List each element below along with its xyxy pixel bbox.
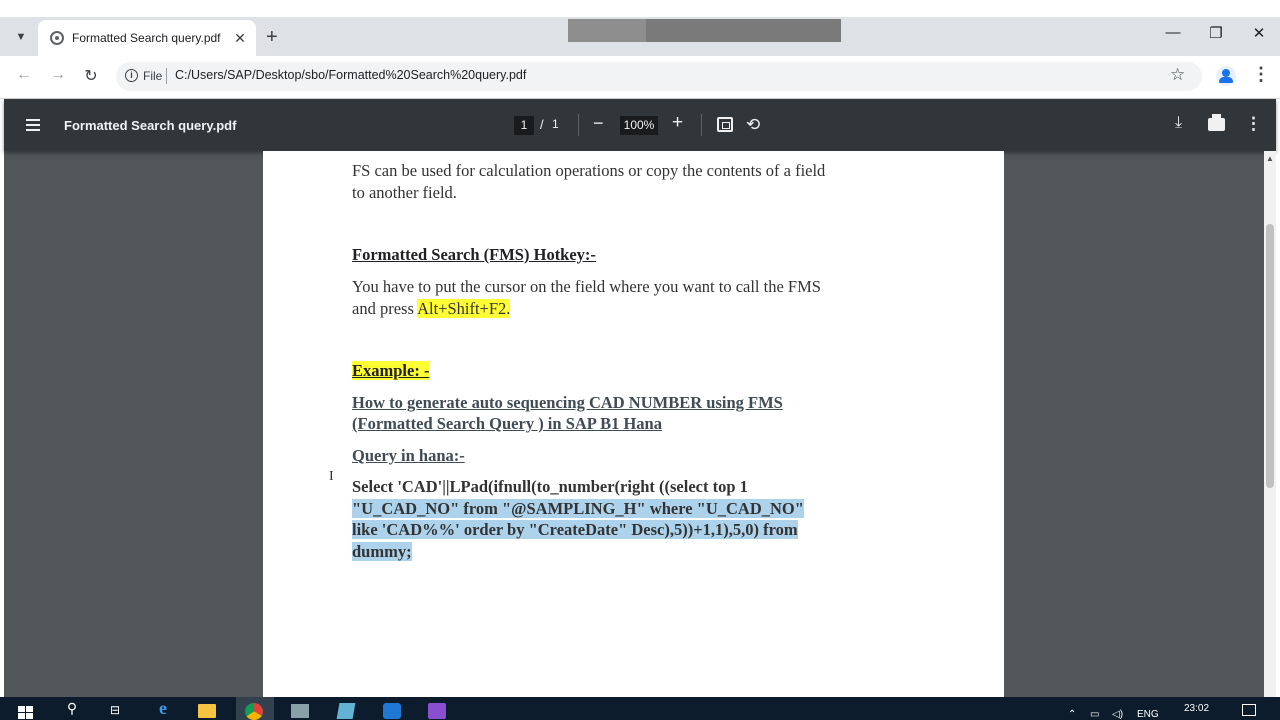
- visual-studio-icon[interactable]: [428, 703, 446, 719]
- edge-icon[interactable]: e: [152, 698, 174, 719]
- browser-menu-icon[interactable]: ⋮: [1252, 64, 1270, 85]
- profile-avatar-icon[interactable]: [1216, 66, 1236, 86]
- network-icon[interactable]: ▭: [1090, 709, 1099, 720]
- omnibox-separator: [166, 68, 167, 84]
- scroll-up-icon[interactable]: ▲: [1266, 154, 1274, 163]
- zoom-level-input[interactable]: 100%: [620, 116, 658, 135]
- scrollbar-thumb[interactable]: [1266, 224, 1274, 488]
- outlook-icon[interactable]: [383, 703, 401, 719]
- query-line-2: "U_CAD_NO" from "@SAMPLING_H" where "U_C…: [352, 498, 804, 518]
- url-text[interactable]: C:/Users/SAP/Desktop/sbo/Formatted%20Sea…: [175, 68, 526, 82]
- file-explorer-icon[interactable]: [198, 704, 216, 718]
- zoom-out-button[interactable]: −: [593, 113, 604, 134]
- minimize-icon[interactable]: —: [1158, 24, 1188, 41]
- new-tab-button[interactable]: +: [266, 26, 278, 48]
- volume-icon[interactable]: ◁): [1112, 709, 1123, 720]
- toolbar-divider: [578, 114, 579, 136]
- example-heading-wrap: Example: -: [352, 361, 912, 381]
- tray-chevron-icon[interactable]: ⌃: [1068, 709, 1076, 720]
- tab-close-icon[interactable]: ✕: [230, 30, 250, 47]
- zoom-in-button[interactable]: +: [672, 112, 683, 134]
- windows-start-icon[interactable]: [18, 706, 36, 720]
- rotate-icon[interactable]: ⟲: [746, 115, 760, 135]
- pdf-page: FS can be used for calculation operation…: [263, 151, 1004, 697]
- query-heading: Query in hana:-: [352, 446, 465, 465]
- notepad-icon[interactable]: [336, 703, 356, 719]
- top-strip: [0, 0, 1280, 17]
- sap-icon[interactable]: [291, 704, 309, 718]
- hotkey-paragraph: You have to put the cursor on the field …: [352, 276, 912, 320]
- notification-icon[interactable]: [1242, 704, 1256, 716]
- hotkey-keys: Alt+Shift+F2.: [417, 299, 511, 318]
- hotkey-line-1: You have to put the cursor on the field …: [352, 277, 821, 296]
- restore-icon[interactable]: ❐: [1201, 24, 1231, 42]
- task-view-icon[interactable]: ⊟: [104, 703, 126, 717]
- clock-time[interactable]: 23:02: [1184, 703, 1209, 714]
- example-heading: Example: -: [352, 361, 430, 380]
- text-cursor-icon: I: [329, 469, 334, 484]
- tab-search-icon[interactable]: ▼: [8, 26, 34, 48]
- tab-title: Formatted Search query.pdf: [72, 31, 221, 45]
- bookmark-star-icon[interactable]: ☆: [1170, 65, 1185, 85]
- window-close-icon[interactable]: ✕: [1244, 24, 1274, 42]
- redacted-area: [568, 19, 841, 42]
- reload-icon[interactable]: ↻: [79, 66, 103, 86]
- taskbar-search-icon[interactable]: ⚲: [61, 700, 83, 717]
- howto-heading[interactable]: How to generate auto sequencing CAD NUMB…: [352, 392, 912, 434]
- hotkey-line-2: and press Alt+Shift+F2.: [352, 298, 912, 320]
- intro-paragraph: FS can be used for calculation operation…: [352, 160, 912, 204]
- toolbar-divider: [701, 114, 702, 136]
- howto-line-1: How to generate auto sequencing CAD NUMB…: [352, 393, 783, 412]
- fit-to-page-icon[interactable]: [717, 117, 733, 132]
- download-icon[interactable]: ⤓: [1175, 114, 1182, 132]
- chrome-icon[interactable]: [245, 703, 263, 720]
- hotkey-line-2-prefix: and press: [352, 299, 418, 318]
- globe-icon: [50, 31, 64, 45]
- intro-line-2: to another field.: [352, 183, 457, 202]
- page-total: 1: [552, 117, 559, 131]
- pdf-document-title: Formatted Search query.pdf: [64, 118, 237, 133]
- query-line-1: Select 'CAD'||LPad(ifnull(to_number(righ…: [352, 477, 748, 496]
- query-line-4: dummy;: [352, 541, 412, 561]
- howto-line-2: (Formatted Search Query ) in SAP B1 Hana: [352, 414, 662, 433]
- language-indicator[interactable]: ENG: [1137, 709, 1159, 720]
- pdf-more-icon[interactable]: ⋮: [1245, 114, 1262, 134]
- back-icon[interactable]: ←: [12, 66, 36, 84]
- query-line-3: like 'CAD%%' order by "CreateDate" Desc)…: [352, 520, 798, 539]
- hotkey-heading: Formatted Search (FMS) Hotkey:-: [352, 245, 596, 264]
- print-icon[interactable]: [1208, 114, 1225, 131]
- forward-icon[interactable]: →: [46, 66, 70, 84]
- page-number-input[interactable]: 1: [514, 116, 534, 135]
- hamburger-menu-icon[interactable]: [26, 119, 40, 131]
- query-code: Select 'CAD'||LPad(ifnull(to_number(righ…: [352, 476, 912, 562]
- info-icon[interactable]: i: [125, 69, 138, 82]
- page-separator: /: [540, 117, 544, 132]
- windows-taskbar: [0, 697, 1280, 720]
- site-info-label[interactable]: File: [143, 69, 162, 83]
- browser-tab[interactable]: Formatted Search query.pdf ✕: [38, 20, 256, 56]
- intro-line-1: FS can be used for calculation operation…: [352, 161, 826, 180]
